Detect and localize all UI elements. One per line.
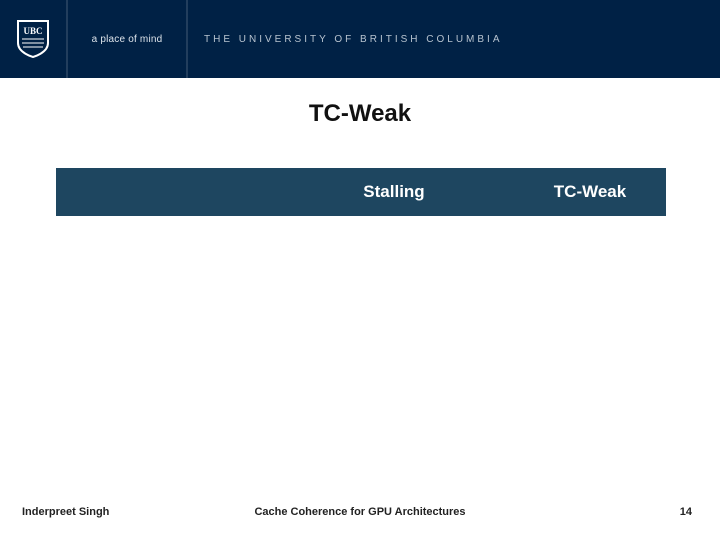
university-name: The University of British Columbia [204,34,503,45]
comparison-col-tcweak: TC-Weak [514,182,666,202]
tagline-text: a place of mind [92,34,163,45]
slide: UBC a place of mind The University of Br… [0,0,720,540]
footer-page-number: 14 [680,506,692,518]
footer-talk-title: Cache Coherence for GPU Architectures [254,506,465,518]
tagline-cell: a place of mind [68,0,186,78]
ubc-crest-icon: UBC [16,19,50,59]
svg-text:UBC: UBC [23,26,42,36]
slide-title: TC-Weak [0,100,720,128]
header-bar: UBC a place of mind The University of Br… [0,0,720,78]
footer-author: Inderpreet Singh [22,506,109,518]
footer: Inderpreet Singh Cache Coherence for GPU… [0,506,720,518]
university-cell: The University of British Columbia [188,0,720,78]
ubc-logo-cell: UBC [0,0,66,78]
comparison-header-bar: Stalling TC-Weak [56,168,666,216]
ubc-logo: UBC [16,19,50,59]
comparison-col-stalling: Stalling [274,182,514,202]
